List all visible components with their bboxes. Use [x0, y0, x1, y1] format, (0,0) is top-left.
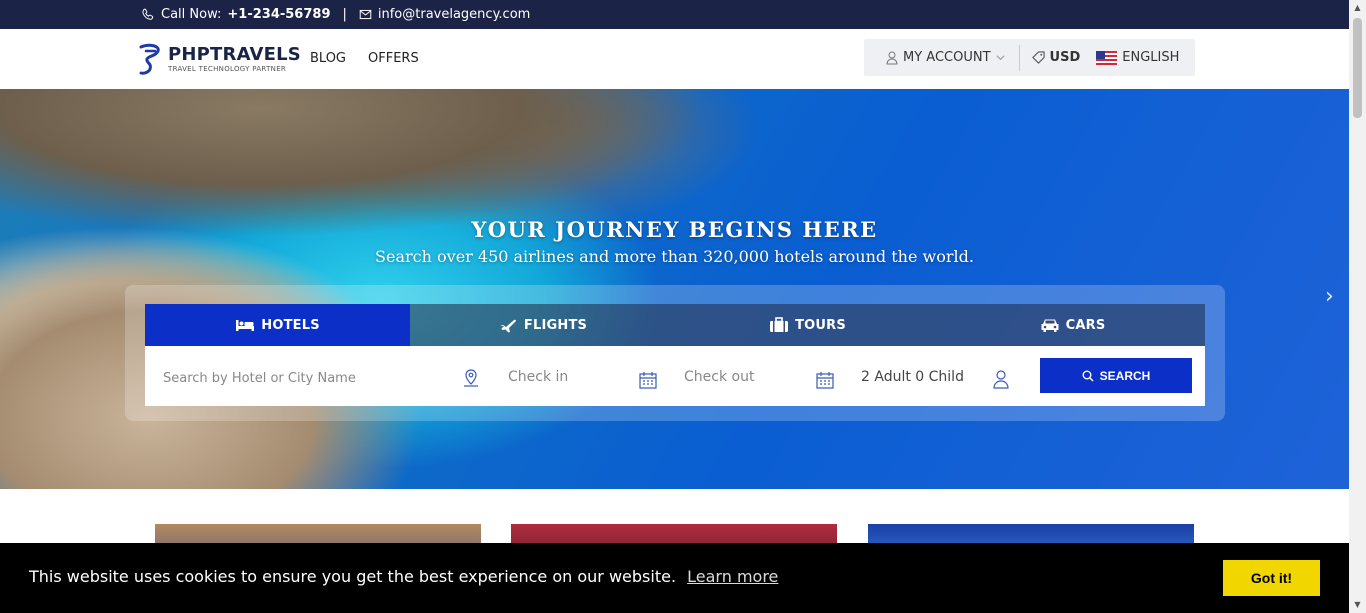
phone-icon — [142, 8, 154, 20]
scroll-down-icon[interactable]: ▼ — [1349, 597, 1366, 613]
envelope-icon — [359, 9, 372, 20]
chevron-down-icon — [996, 55, 1005, 61]
my-account-label: MY ACCOUNT — [903, 50, 991, 65]
checkout-input[interactable]: Check out — [684, 369, 754, 385]
page-scrollbar[interactable]: ▲ ▼ — [1349, 0, 1366, 613]
logo-mark-icon — [139, 43, 160, 75]
search-tabs: HOTELS FLIGHTS TOURS CARS — [145, 304, 1205, 346]
language-selector[interactable]: ENGLISH — [1096, 50, 1179, 65]
slider-next-icon[interactable]: › — [1325, 284, 1334, 309]
user-icon — [886, 51, 898, 64]
learn-more-link[interactable]: Learn more — [687, 567, 778, 586]
account-bar: MY ACCOUNT USD ENGLISH — [864, 39, 1195, 76]
scrollbar-thumb[interactable] — [1353, 18, 1362, 118]
bed-icon — [236, 320, 255, 331]
tab-hotels-label: HOTELS — [261, 317, 320, 333]
user-icon — [993, 370, 1009, 389]
plane-icon — [499, 319, 516, 333]
checkin-input[interactable]: Check in — [508, 369, 568, 385]
guests-selector[interactable]: 2 Adult 0 Child — [861, 369, 964, 385]
main-nav: BLOG OFFERS — [310, 51, 419, 66]
search-button-label: SEARCH — [1099, 368, 1151, 383]
email-link[interactable]: info@travelagency.com — [378, 7, 530, 22]
language-label: ENGLISH — [1122, 50, 1180, 65]
nav-offers[interactable]: OFFERS — [368, 51, 419, 66]
location-pin-icon — [464, 369, 478, 387]
currency-selector[interactable]: USD — [1031, 50, 1081, 65]
tab-flights[interactable]: FLIGHTS — [410, 304, 675, 346]
tab-cars[interactable]: CARS — [940, 304, 1205, 346]
tab-cars-label: CARS — [1065, 317, 1106, 333]
tab-hotels[interactable]: HOTELS — [145, 304, 410, 346]
tag-icon — [1031, 51, 1045, 64]
tab-flights-label: FLIGHTS — [523, 317, 588, 333]
suitcase-icon — [770, 317, 789, 332]
currency-label: USD — [1049, 50, 1081, 65]
account-divider — [1018, 44, 1020, 71]
accept-cookies-button[interactable]: Got it! — [1223, 560, 1320, 596]
hero-banner: YOUR JOURNEY BEGINS HERE Search over 450… — [0, 89, 1349, 489]
us-flag-icon — [1096, 50, 1118, 65]
topbar-separator: | — [342, 7, 347, 22]
logo-name: PHPTRAVELS — [168, 43, 301, 65]
cookie-message: This website uses cookies to ensure you … — [29, 567, 677, 586]
nav-blog[interactable]: BLOG — [310, 51, 346, 66]
top-bar: Call Now: +1-234-56789 | info@travelagen… — [0, 0, 1349, 29]
phone-number[interactable]: +1-234-56789 — [227, 7, 330, 22]
search-widget: HOTELS FLIGHTS TOURS CARS Search by Hote… — [125, 285, 1225, 421]
calendar-icon — [816, 372, 834, 389]
call-label: Call Now: — [161, 7, 222, 22]
hotel-search-form: Search by Hotel or City Name Check in Ch… — [145, 346, 1205, 406]
cookie-banner: This website uses cookies to ensure you … — [0, 543, 1349, 613]
calendar-icon — [639, 372, 657, 389]
car-icon — [1041, 319, 1059, 332]
search-button[interactable]: SEARCH — [1040, 358, 1192, 393]
my-account-dropdown[interactable]: MY ACCOUNT — [886, 50, 1005, 65]
site-header: PHPTRAVELS TRAVEL TECHNOLOGY PARTNER BLO… — [0, 29, 1349, 89]
logo-tagline: TRAVEL TECHNOLOGY PARTNER — [168, 64, 287, 73]
site-logo[interactable]: PHPTRAVELS TRAVEL TECHNOLOGY PARTNER — [138, 43, 301, 75]
hero-title: YOUR JOURNEY BEGINS HERE — [471, 217, 878, 242]
tab-tours-label: TOURS — [795, 317, 846, 333]
city-search-input[interactable]: Search by Hotel or City Name — [163, 371, 356, 386]
hero-subtitle: Search over 450 airlines and more than 3… — [375, 247, 974, 266]
tab-tours[interactable]: TOURS — [675, 304, 940, 346]
scroll-up-icon[interactable]: ▲ — [1349, 0, 1366, 16]
search-icon — [1082, 370, 1094, 381]
